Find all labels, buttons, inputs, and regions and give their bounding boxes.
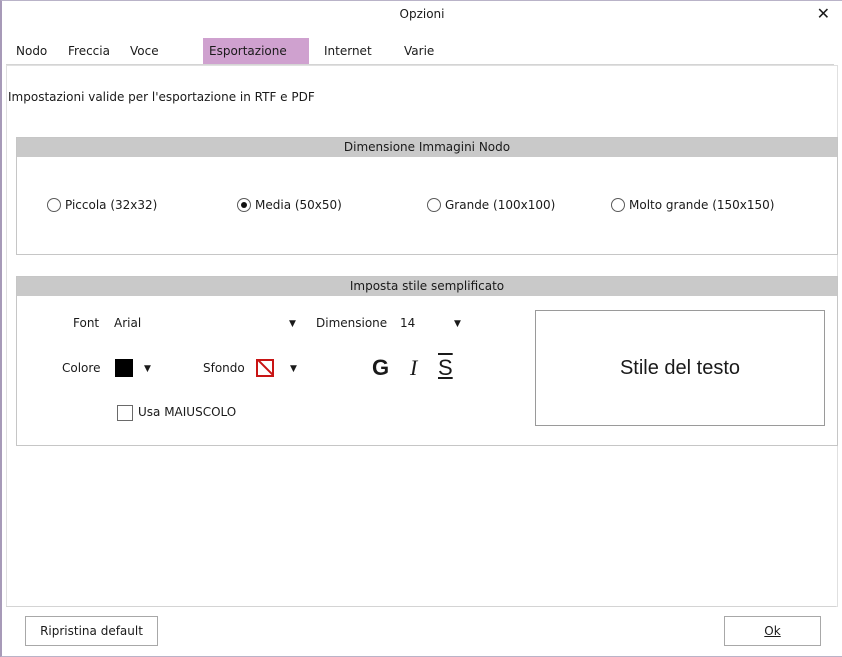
tab-freccia[interactable]: Freccia (62, 38, 116, 64)
radio-piccola-label: Piccola (32x32) (65, 198, 158, 212)
radio-molto-grande[interactable]: Molto grande (150x150) (611, 198, 775, 212)
radio-grande-label: Grande (100x100) (445, 198, 556, 212)
radio-unselected-icon (611, 198, 625, 212)
background-label: Sfondo (203, 361, 245, 375)
tab-esportazione[interactable]: Esportazione (203, 38, 309, 64)
radio-unselected-icon (427, 198, 441, 212)
radio-molto-grande-label: Molto grande (150x150) (629, 198, 775, 212)
uppercase-checkbox[interactable] (117, 405, 133, 421)
tab-internet[interactable]: Internet (318, 38, 378, 64)
font-select[interactable]: Arial (114, 316, 141, 330)
tab-varie[interactable]: Varie (398, 38, 440, 64)
text-color-swatch[interactable] (115, 359, 133, 377)
tab-voce[interactable]: Voce (124, 38, 165, 64)
title-bar: Opzioni ✕ (2, 1, 842, 25)
preview-text: Stile del testo (619, 356, 741, 379)
color-dropdown-icon[interactable]: ▼ (144, 364, 151, 374)
footer-separator (6, 606, 836, 607)
radio-grande[interactable]: Grande (100x100) (427, 198, 555, 212)
radio-selected-icon (237, 198, 251, 212)
bold-button[interactable]: G (372, 355, 389, 381)
no-fill-icon[interactable] (256, 359, 274, 377)
uppercase-label: Usa MAIUSCOLO (138, 405, 237, 419)
simple-style-header: Imposta stile semplificato (17, 277, 837, 296)
strikethrough-button[interactable]: S (438, 355, 453, 381)
text-style-preview: Stile del testo (535, 310, 825, 426)
size-dropdown-icon[interactable]: ▼ (454, 319, 461, 329)
dialog-title: Opzioni (399, 7, 445, 21)
export-description: Impostazioni valide per l'esportazione i… (8, 90, 315, 104)
tab-nodo[interactable]: Nodo (10, 38, 53, 64)
image-size-group: Dimensione Immagini Nodo (16, 137, 838, 255)
font-dropdown-icon[interactable]: ▼ (289, 319, 296, 329)
size-select[interactable]: 14 (400, 316, 415, 330)
italic-button[interactable]: I (410, 355, 417, 381)
background-dropdown-icon[interactable]: ▼ (290, 364, 297, 374)
reset-default-button[interactable]: Ripristina default (25, 616, 158, 646)
size-label: Dimensione (316, 316, 388, 330)
close-icon[interactable]: ✕ (817, 4, 830, 23)
font-label: Font (73, 316, 100, 330)
radio-media-label: Media (50x50) (255, 198, 342, 212)
radio-unselected-icon (47, 198, 61, 212)
radio-media[interactable]: Media (50x50) (237, 198, 342, 212)
radio-piccola[interactable]: Piccola (32x32) (47, 198, 157, 212)
color-label: Colore (62, 361, 101, 375)
ok-button[interactable]: Ok (724, 616, 821, 646)
image-size-header: Dimensione Immagini Nodo (17, 138, 837, 157)
